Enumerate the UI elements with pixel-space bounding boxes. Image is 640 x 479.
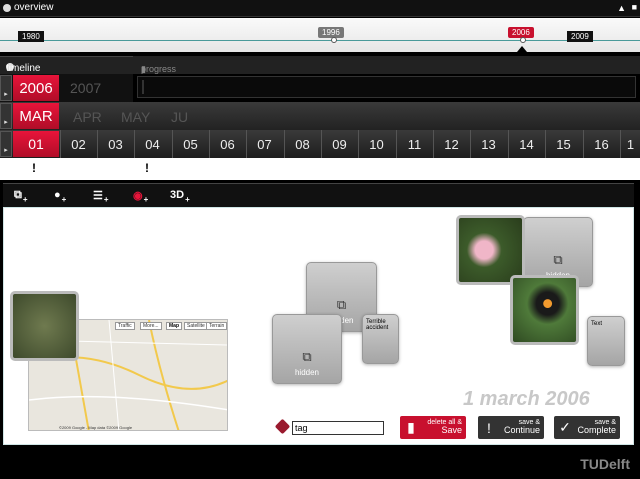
save-complete-button[interactable]: ✓ save & Complete (554, 416, 620, 439)
day-cell[interactable]: 02 (60, 130, 96, 158)
overview-icon (3, 3, 11, 12)
stack-icon: ⧉ (553, 252, 563, 267)
day-cell[interactable]: 07 (246, 130, 282, 158)
day-cell[interactable]: 09 (321, 130, 357, 158)
day-cell[interactable]: 11 (396, 130, 432, 158)
map-more-button[interactable]: More... (140, 322, 162, 330)
event-markers-row (0, 158, 640, 180)
photo-field-thumbnail[interactable] (10, 291, 79, 361)
map-copyright: ©2009 Google - Map data ©2009 Google (59, 425, 133, 430)
stack-icon: ⧉ (14, 188, 22, 201)
trash-icon: ▮ (407, 419, 415, 435)
add-photo-button[interactable]: ◉ + (133, 186, 148, 204)
day-cell[interactable]: 10 (358, 130, 394, 158)
overview-title: overview (14, 2, 54, 13)
map-satellite-button[interactable]: Satellite (184, 322, 208, 330)
close-icon[interactable]: ■ (632, 2, 637, 12)
date-label: 1 march 2006 (463, 388, 590, 410)
month-may[interactable]: MAY (121, 109, 150, 125)
list-icon: ☰ (93, 189, 103, 202)
current-knob[interactable] (520, 37, 526, 43)
tag-input[interactable] (292, 421, 384, 435)
day-cell[interactable]: 06 (209, 130, 245, 158)
day-cell[interactable]: 04 (134, 130, 170, 158)
timeline-title: timeline (6, 63, 41, 74)
save-continue-button[interactable]: ! save & Continue (478, 416, 544, 439)
tudelft-logo: TUDelft (580, 456, 630, 472)
camera-icon: ◉ (133, 189, 143, 202)
month-jun[interactable]: JU (171, 109, 188, 125)
home-icon[interactable]: ▲ (617, 3, 626, 13)
year-end-label: 2009 (567, 31, 593, 42)
overview-timeline[interactable]: 1980 1996 2006 2009 (0, 18, 640, 52)
day-cell[interactable]: 15 (545, 130, 581, 158)
month-selected[interactable]: MAR (13, 103, 59, 129)
globe-icon: ● (54, 189, 61, 201)
month-row: ▸ MAR APR MAY JU (0, 102, 640, 130)
overview-header: overview ▲ ■ (0, 0, 640, 17)
day-row: ▸ 01 (0, 130, 640, 158)
map-traffic-button[interactable]: Traffic (115, 322, 135, 330)
progress-bar (137, 76, 636, 98)
month-apr[interactable]: APR (73, 109, 102, 125)
add-location-button[interactable]: ● + (54, 186, 66, 204)
stack-icon: ⧉ (302, 349, 312, 364)
progress-fill (142, 80, 144, 94)
day-cell[interactable]: 1 (620, 130, 640, 158)
map-terrain-button[interactable]: Terrain (206, 322, 227, 330)
event-marker[interactable]: ! (32, 161, 36, 175)
day-cell[interactable]: 03 (97, 130, 133, 158)
hidden-card[interactable]: ⧉hidden (272, 314, 342, 384)
add-3d-button[interactable]: 3D + (170, 186, 190, 204)
day-cell[interactable]: 12 (433, 130, 469, 158)
progress-header: ▮ progress (133, 56, 640, 74)
footer (0, 449, 640, 479)
map-map-button[interactable]: Map (166, 322, 182, 330)
month-dropdown-button[interactable]: ▸ (0, 103, 12, 129)
day-cell[interactable]: 14 (508, 130, 544, 158)
photo-toucan[interactable] (510, 275, 579, 345)
day-cell[interactable]: 16 (583, 130, 619, 158)
year-dropdown-button[interactable]: ▸ (0, 75, 12, 101)
year-selected[interactable]: 2006 (13, 75, 59, 101)
year-start-label: 1980 (18, 31, 44, 42)
3d-label: 3D (170, 189, 185, 201)
year-marker-1996[interactable]: 1996 (318, 27, 344, 38)
exclamation-icon: ! (487, 419, 491, 436)
year-next[interactable]: 2007 (70, 80, 101, 96)
day-cell[interactable]: 13 (470, 130, 506, 158)
marker-knob[interactable] (331, 37, 337, 43)
current-pointer-icon (517, 46, 527, 52)
overview-axis (0, 40, 640, 41)
add-list-button[interactable]: ☰ + (93, 186, 109, 204)
checkmark-icon: ✓ (559, 419, 571, 435)
timeline-header: timeline (0, 56, 133, 74)
year-row: ▸ 2006 2007 (0, 74, 133, 102)
delete-all-save-button[interactable]: ▮ delete all & Save (400, 416, 466, 439)
day-cell[interactable]: 05 (172, 130, 208, 158)
stack-icon: ⧉ (336, 297, 347, 312)
event-marker[interactable]: ! (145, 161, 149, 175)
day-selected[interactable]: 01 (13, 131, 59, 157)
text-card[interactable]: Text (587, 316, 625, 366)
add-item-button[interactable]: ⧉ + (14, 186, 28, 204)
progress-title: progress (141, 64, 177, 74)
text-card-accident[interactable]: Terrible accident (362, 314, 399, 364)
day-cell[interactable]: 08 (284, 130, 320, 158)
day-dropdown-button[interactable]: ▸ (0, 131, 12, 157)
